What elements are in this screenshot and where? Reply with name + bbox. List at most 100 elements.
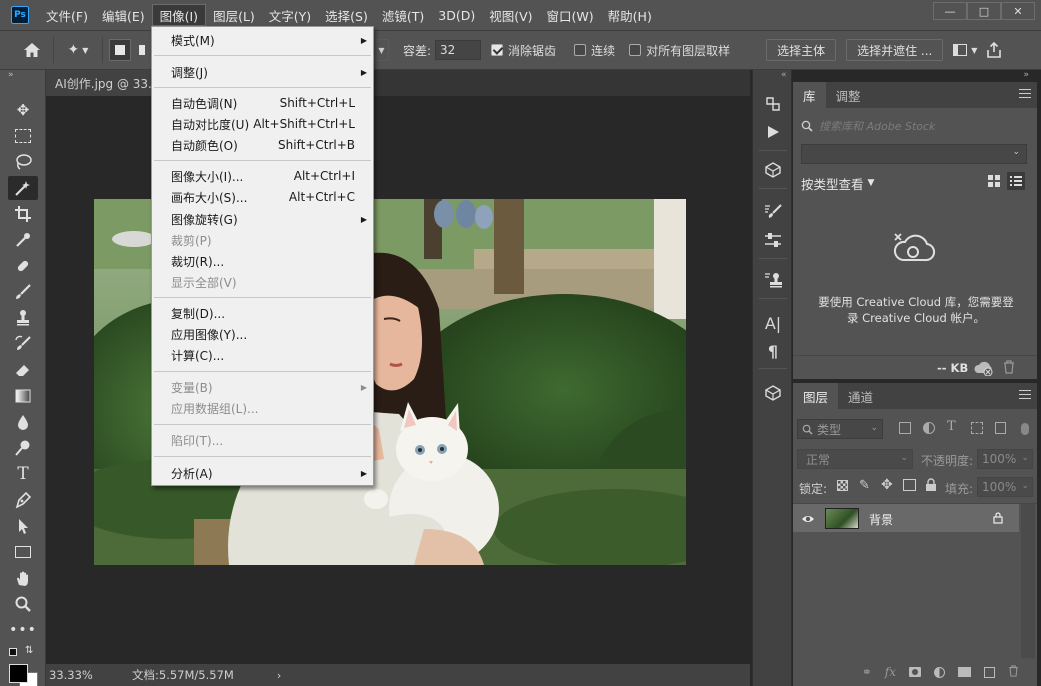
lock-artboard-icon[interactable]	[903, 479, 916, 491]
menu-item-trim[interactable]: 裁切(R)...	[152, 251, 373, 271]
character-panel-icon[interactable]: A|	[761, 312, 785, 334]
menu-item-auto-color[interactable]: 自动颜色(O) Shift+Ctrl+B	[152, 135, 373, 155]
menu-item-mode[interactable]: 模式(M) ▶	[152, 30, 373, 50]
move-tool-icon[interactable]: ✥	[8, 98, 38, 122]
menu-item-adjustments[interactable]: 调整(J) ▶	[152, 62, 373, 82]
dodge-tool-icon[interactable]	[8, 436, 38, 460]
minimize-icon[interactable]: —	[933, 2, 967, 20]
clone-stamp-tool-icon[interactable]	[8, 306, 38, 330]
new-layer-icon[interactable]	[984, 666, 995, 678]
paragraph-panel-icon[interactable]: ¶	[761, 340, 785, 362]
zoom-level[interactable]: 33.33%	[49, 668, 127, 682]
path-selection-tool-icon[interactable]	[8, 514, 38, 538]
default-colors-icon[interactable]	[9, 648, 17, 656]
home-icon[interactable]	[17, 37, 47, 63]
hand-tool-icon[interactable]	[8, 566, 38, 590]
menu-item-auto-contrast[interactable]: 自动对比度(U) Alt+Shift+Ctrl+L	[152, 114, 373, 134]
layer-row[interactable]: 背景	[793, 504, 1019, 532]
layer-style-icon[interactable]: fx	[885, 665, 896, 679]
tab-adjustments[interactable]: 调整	[826, 82, 871, 108]
collapse-toolbar-icon[interactable]: »	[8, 70, 14, 80]
status-menu-arrow-icon[interactable]: ›	[277, 669, 281, 682]
library-search[interactable]: 搜索库和 Adobe Stock	[801, 116, 1029, 136]
new-selection-icon[interactable]	[109, 39, 131, 61]
filter-adjustment-icon[interactable]	[923, 422, 935, 434]
menu-help[interactable]: 帮助(H)	[601, 4, 659, 26]
menu-item-image-size[interactable]: 图像大小(I)... Alt+Ctrl+I	[152, 166, 373, 186]
pen-tool-icon[interactable]	[8, 488, 38, 512]
actions-panel-icon[interactable]	[761, 121, 785, 143]
view-by-type-dropdown[interactable]: 按类型查看 ▼	[801, 174, 874, 192]
contiguous-checkbox[interactable]: 连续	[574, 42, 615, 59]
sample-size-dropdown[interactable]: ▼	[375, 39, 389, 61]
menu-item-analysis[interactable]: 分析(A) ▶	[152, 463, 373, 483]
close-icon[interactable]: ✕	[1001, 2, 1035, 20]
add-mask-icon[interactable]	[909, 667, 921, 677]
select-subject-button[interactable]: 选择主体	[766, 39, 837, 61]
filter-smart-object-icon[interactable]	[995, 422, 1006, 434]
rectangle-tool-icon[interactable]	[8, 540, 38, 564]
menu-layer[interactable]: 图层(L)	[206, 4, 262, 26]
new-adjustment-layer-icon[interactable]	[934, 666, 945, 678]
lasso-tool-icon[interactable]	[8, 150, 38, 174]
blend-mode-dropdown[interactable]: 正常 ⌄	[797, 449, 913, 469]
library-select-dropdown[interactable]: ⌄	[801, 144, 1027, 164]
3d-panel-icon[interactable]	[761, 159, 785, 181]
share-icon[interactable]	[981, 39, 1007, 61]
add-selection-icon[interactable]	[131, 39, 145, 61]
magic-wand-tool-icon[interactable]	[8, 176, 38, 200]
lock-transparent-icon[interactable]	[837, 480, 848, 491]
list-view-icon[interactable]	[1007, 172, 1025, 190]
tab-channels[interactable]: 通道	[838, 383, 883, 409]
zoom-tool-icon[interactable]	[8, 592, 38, 616]
layers-scrollbar[interactable]	[1021, 504, 1035, 658]
blur-tool-icon[interactable]	[8, 410, 38, 434]
adjustments-sliders-icon[interactable]	[761, 229, 785, 251]
cloud-sync-icon[interactable]	[973, 360, 995, 379]
filter-pixel-icon[interactable]	[899, 422, 911, 434]
opacity-input[interactable]: 100% ⌄	[977, 449, 1033, 469]
menu-item-image-rotation[interactable]: 图像旋转(G) ▶	[152, 209, 373, 229]
more-tools-icon[interactable]: •••	[8, 618, 38, 642]
brush-tool-icon[interactable]	[8, 280, 38, 304]
foreground-color-swatch[interactable]	[9, 664, 28, 683]
history-panel-icon[interactable]	[761, 93, 785, 115]
swap-colors-icon[interactable]: ⇅	[25, 645, 33, 656]
collapse-panels-icon[interactable]: »	[1023, 70, 1029, 80]
filter-toggle-icon[interactable]	[1021, 423, 1029, 435]
history-brush-tool-icon[interactable]	[8, 332, 38, 356]
filter-shape-icon[interactable]	[971, 422, 983, 434]
menu-item-apply-image[interactable]: 应用图像(Y)...	[152, 324, 373, 344]
type-tool-icon[interactable]: T	[8, 462, 38, 486]
menu-filter[interactable]: 滤镜(T)	[375, 4, 431, 26]
antialias-checkbox[interactable]: 消除锯齿	[491, 42, 556, 59]
marquee-tool-icon[interactable]	[8, 124, 38, 148]
filter-type-icon[interactable]: T	[947, 419, 956, 434]
select-and-mask-button[interactable]: 选择并遮住 ...	[846, 39, 944, 61]
eyedropper-tool-icon[interactable]	[8, 228, 38, 252]
menu-file[interactable]: 文件(F)	[39, 4, 95, 26]
menu-type[interactable]: 文字(Y)	[262, 4, 318, 26]
magic-wand-tool-preset-icon[interactable]: ✦ ▼	[60, 37, 96, 63]
tab-layers[interactable]: 图层	[793, 383, 839, 409]
lock-position-icon[interactable]: ✥	[881, 477, 893, 493]
menu-item-auto-tone[interactable]: 自动色调(N) Shift+Ctrl+L	[152, 93, 373, 113]
lock-all-icon[interactable]	[925, 478, 937, 495]
menu-edit[interactable]: 编辑(E)	[95, 4, 152, 26]
crop-tool-icon[interactable]	[8, 202, 38, 226]
menu-3d[interactable]: 3D(D)	[431, 4, 482, 26]
new-group-icon[interactable]	[958, 667, 971, 677]
maximize-icon[interactable]: □	[967, 2, 1001, 20]
menu-view[interactable]: 视图(V)	[482, 4, 539, 26]
tab-libraries[interactable]: 库	[793, 82, 826, 108]
workspace-icon[interactable]: ▼	[949, 39, 981, 61]
sample-all-layers-checkbox[interactable]: 对所有图层取样	[629, 42, 730, 59]
menu-window[interactable]: 窗口(W)	[540, 4, 601, 26]
lock-image-icon[interactable]: ✎	[859, 478, 870, 493]
clone-source-icon[interactable]	[761, 269, 785, 291]
fill-input[interactable]: 100% ⌄	[977, 477, 1033, 497]
gradient-tool-icon[interactable]	[8, 384, 38, 408]
delete-layer-icon[interactable]	[1008, 664, 1019, 680]
eye-icon[interactable]	[801, 513, 815, 527]
eraser-tool-icon[interactable]	[8, 358, 38, 382]
